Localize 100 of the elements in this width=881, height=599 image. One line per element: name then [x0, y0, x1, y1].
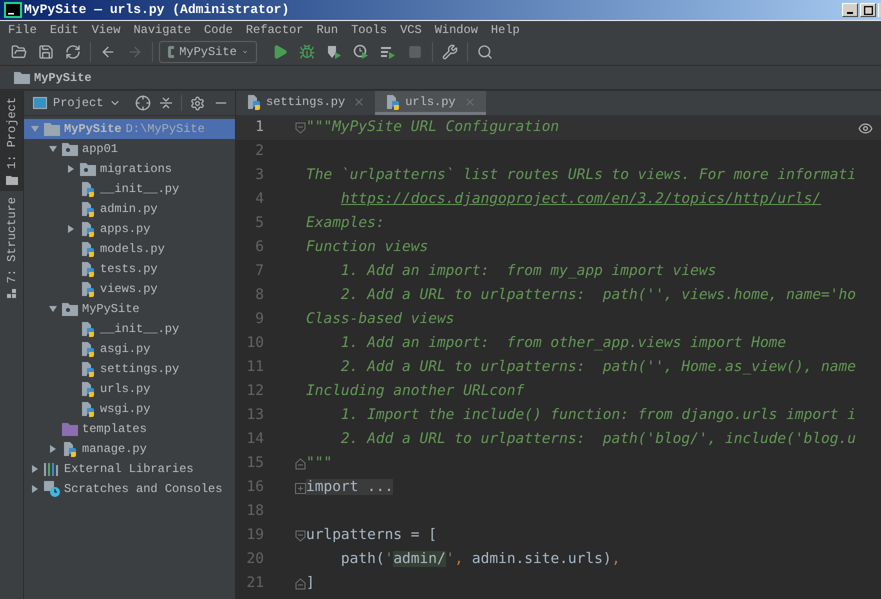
menu-item[interactable]: Run [316, 20, 338, 38]
line-number: 11 [246, 358, 264, 378]
fold-icon[interactable] [294, 458, 306, 470]
maximize-button[interactable] [860, 3, 876, 17]
line-number: 5 [254, 214, 264, 234]
python-file-icon [80, 221, 96, 237]
code-line: Function views [306, 238, 428, 258]
menu-item[interactable]: VCS [400, 20, 422, 38]
tree-item[interactable]: urls.py [24, 379, 235, 399]
menu-item[interactable]: Refactor [246, 20, 304, 38]
link[interactable]: https://docs.djangoproject.com/en/3.2/topics/http/urls/ [340, 189, 822, 211]
line-number: 18 [246, 502, 264, 522]
package-folder-icon [80, 162, 96, 176]
python-file-icon [62, 441, 78, 457]
tree-item[interactable]: Scratches and Consoles [24, 479, 235, 499]
tool-window-tab[interactable]: 7: Structure [0, 191, 23, 306]
tool-window-tab[interactable]: 1: Project [0, 91, 23, 192]
code-line: Including another URLconf [306, 382, 524, 402]
code-line: Examples: [306, 214, 385, 234]
tree-item[interactable]: views.py [24, 279, 235, 299]
tree-item[interactable]: settings.py [24, 359, 235, 379]
folder-icon [62, 422, 78, 436]
code-line: """ [306, 454, 332, 474]
line-number: 15 [246, 454, 264, 474]
code-line: 1. Import the include() function: from django.urls import i [340, 406, 856, 426]
line-number: 16 [246, 478, 264, 498]
collapsed-arrow-icon[interactable] [30, 464, 40, 474]
code-line: urlpatterns = [ [306, 526, 437, 546]
preview-icon[interactable] [858, 121, 873, 136]
tree-item[interactable]: asgi.py [24, 339, 235, 359]
collapsed-arrow-icon[interactable] [30, 484, 40, 494]
fold-icon[interactable] [294, 122, 306, 134]
settings-icon[interactable] [190, 96, 205, 110]
line-number: 3 [254, 166, 264, 186]
code-line: The `urlpatterns` list routes URLs to views. For more informati [306, 166, 856, 186]
collapsed-arrow-icon[interactable] [66, 164, 76, 174]
menu-item[interactable]: File [8, 20, 37, 38]
tree-item[interactable]: migrations [24, 159, 235, 179]
app-logo-icon [4, 2, 22, 18]
folder-icon [44, 122, 60, 136]
code-line: ] [306, 574, 315, 594]
code-line: 1. Add an import: from other_app.views import Home [340, 334, 786, 354]
collapsed-arrow-icon[interactable] [48, 444, 58, 454]
clock-play-icon [353, 44, 369, 60]
python-file-icon [80, 361, 96, 377]
code-line: 2. Add a URL to urlpatterns: path('blog/', include('blog.u [340, 430, 856, 450]
tree-item[interactable]: MyPySite [24, 299, 235, 319]
tree-item[interactable]: models.py [24, 239, 235, 259]
python-file-icon [80, 281, 96, 297]
line-number: 20 [246, 550, 264, 570]
tree-item[interactable]: __init__.py [24, 319, 235, 339]
code-line: 1. Add an import: from my_app import views [340, 262, 716, 282]
line-number: 21 [246, 574, 264, 594]
tree-item[interactable]: apps.py [24, 219, 235, 239]
editor-tab[interactable]: settings.py [236, 91, 376, 115]
tree-item[interactable]: manage.py [24, 439, 235, 459]
python-file-icon [80, 241, 96, 257]
locate-icon[interactable] [135, 95, 151, 111]
package-folder-icon [62, 302, 78, 316]
menu-item[interactable]: Tools [351, 20, 388, 38]
search-icon [477, 44, 493, 60]
tree-item[interactable]: __init__.py [24, 179, 235, 199]
menu-item[interactable]: Window [434, 20, 478, 38]
menu-item[interactable]: Edit [50, 20, 79, 38]
fold-icon[interactable] [294, 578, 306, 590]
libraries-icon [44, 462, 60, 476]
collapsed-arrow-icon[interactable] [66, 224, 76, 234]
folder-icon [6, 175, 18, 186]
structure-icon [6, 289, 16, 300]
minimize-icon [847, 12, 853, 14]
run-configuration-dropdown[interactable]: MyPySite [159, 40, 257, 62]
line-number: 6 [254, 238, 264, 258]
line-number: 19 [246, 526, 264, 546]
folder-icon [14, 71, 30, 84]
breadcrumb-item[interactable]: MyPySite [34, 68, 92, 86]
code-line: 2. Add a URL to urlpatterns: path('', views.home, name='ho [340, 286, 856, 306]
menu-item[interactable]: View [92, 20, 120, 38]
tree-item[interactable]: templates [24, 419, 235, 439]
expanded-arrow-icon[interactable] [48, 304, 58, 314]
code-line: path('admin/', admin.site.urls), [340, 550, 620, 570]
tree-item[interactable]: tests.py [24, 259, 235, 279]
line-number: 14 [246, 430, 264, 450]
bug-icon [299, 44, 315, 60]
tree-item[interactable]: External Libraries [24, 459, 235, 479]
project-view-dropdown[interactable]: Project [53, 94, 122, 112]
menu-item[interactable]: Help [490, 20, 520, 38]
tree-item[interactable]: app01 [24, 139, 235, 159]
unfold-icon[interactable] [294, 482, 306, 494]
editor-tab[interactable]: urls.py [375, 91, 486, 115]
collapse-all-icon[interactable] [159, 96, 173, 110]
fold-icon[interactable] [294, 530, 306, 542]
line-number: 13 [246, 406, 264, 426]
wrench-icon [442, 44, 458, 60]
code-line: Class-based views [306, 310, 454, 330]
tree-item[interactable]: admin.py [24, 199, 235, 219]
tree-item[interactable]: wsgi.py [24, 399, 235, 419]
menu-item[interactable]: Navigate [133, 20, 192, 38]
menu-item[interactable]: Code [204, 20, 233, 38]
minimize-button[interactable] [842, 3, 858, 17]
expanded-arrow-icon[interactable] [48, 144, 58, 154]
